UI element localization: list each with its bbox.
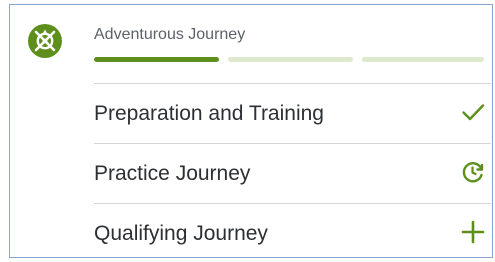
progress-segment-1 <box>94 57 219 62</box>
section-title: Adventurous Journey <box>94 26 246 43</box>
checkmark-icon <box>461 100 485 124</box>
list-item-qualifying-journey[interactable]: Qualifying Journey <box>94 204 491 262</box>
plus-icon <box>461 220 485 244</box>
compass-icon <box>28 24 62 58</box>
progress-bar <box>94 57 484 62</box>
list-item-preparation-and-training[interactable]: Preparation and Training <box>94 84 491 142</box>
list-item-practice-journey[interactable]: Practice Journey <box>94 144 491 202</box>
list-item-label: Preparation and Training <box>94 102 324 125</box>
list-item-label: Practice Journey <box>94 162 251 185</box>
adventurous-journey-card: Adventurous Journey Preparation and Trai… <box>9 4 493 258</box>
list-item-label: Qualifying Journey <box>94 222 268 245</box>
progress-segment-2 <box>228 57 353 62</box>
progress-segment-3 <box>362 57 484 62</box>
clock-refresh-icon <box>461 160 485 184</box>
